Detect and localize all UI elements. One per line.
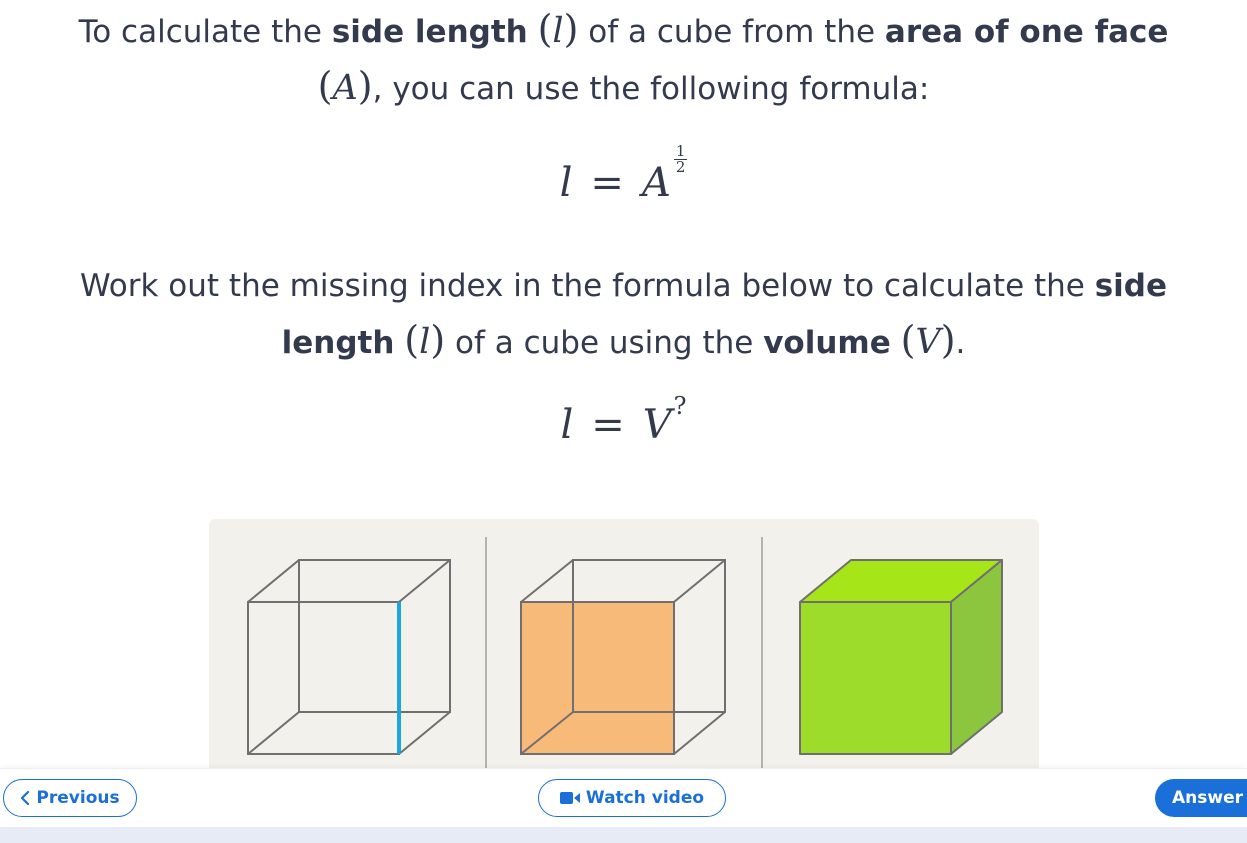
formula2-lhs: l bbox=[560, 402, 574, 448]
question-bold-volume: volume bbox=[763, 325, 891, 361]
intro-paragraph: To calculate the side length (l) of a cu… bbox=[78, 7, 1169, 108]
intro-text-2: of a cube from the bbox=[578, 14, 885, 50]
question-text-3: . bbox=[955, 325, 966, 361]
question-text-2: of a cube using the bbox=[445, 325, 764, 361]
intro-var-l: l bbox=[552, 11, 564, 51]
bottom-navigation-bar: Previous Watch video Answer bbox=[0, 768, 1247, 829]
intro-text-1: To calculate the bbox=[78, 14, 332, 50]
formula1-base: A bbox=[641, 160, 671, 206]
cube-diagrams bbox=[247, 537, 1003, 770]
watch-video-button[interactable]: Watch video bbox=[538, 779, 726, 817]
cube2-shaded-face bbox=[521, 602, 674, 754]
previous-button[interactable]: Previous bbox=[3, 779, 137, 817]
intro-bold-area-of-one-face: area of one face bbox=[884, 14, 1169, 50]
formula1-lhs: l bbox=[559, 160, 573, 206]
answer-button-label: Answer bbox=[1172, 788, 1243, 808]
previous-button-label: Previous bbox=[36, 788, 120, 808]
formula1-equals: = bbox=[590, 160, 624, 206]
formula2-equals: = bbox=[591, 402, 625, 448]
formula2-missing-exponent: ? bbox=[673, 392, 687, 420]
cube1-front-face bbox=[247, 601, 400, 755]
volume-formula: l = V? bbox=[0, 392, 1247, 448]
question-bold-length: length bbox=[281, 325, 395, 361]
intro-text-3: , you can use the following formula: bbox=[372, 71, 930, 107]
formula2-base: V bbox=[642, 402, 672, 448]
question-paragraph: Work out the missing index in the formul… bbox=[79, 268, 1168, 362]
cube1-back-face bbox=[298, 559, 451, 713]
cube-face-highlight-diagram bbox=[520, 559, 726, 755]
question-var-V: V bbox=[915, 322, 941, 362]
cube-edge-highlight-diagram bbox=[247, 559, 451, 755]
cube-volume-diagram bbox=[799, 559, 1003, 755]
question-content: To calculate the side length (l) of a cu… bbox=[0, 0, 1247, 770]
video-camera-icon bbox=[559, 792, 580, 804]
question-var-l: l bbox=[419, 322, 431, 362]
answer-button[interactable]: Answer bbox=[1155, 779, 1247, 817]
chevron-left-icon bbox=[20, 791, 30, 805]
intro-bold-side-length: side length bbox=[331, 14, 528, 50]
cube-diagrams-panel bbox=[209, 519, 1039, 770]
watch-video-label: Watch video bbox=[585, 788, 705, 808]
intro-var-A: A bbox=[332, 68, 358, 108]
bottom-strip bbox=[0, 827, 1247, 843]
formula1-exp-denominator: 2 bbox=[675, 158, 686, 176]
question-bold-side: side bbox=[1094, 268, 1168, 304]
question-text-1: Work out the missing index in the formul… bbox=[79, 268, 1095, 304]
area-formula: l = A 1 2 bbox=[0, 144, 1247, 206]
cube3-front-face bbox=[799, 601, 952, 755]
formula1-exponent-fraction: 12 bbox=[673, 144, 688, 176]
